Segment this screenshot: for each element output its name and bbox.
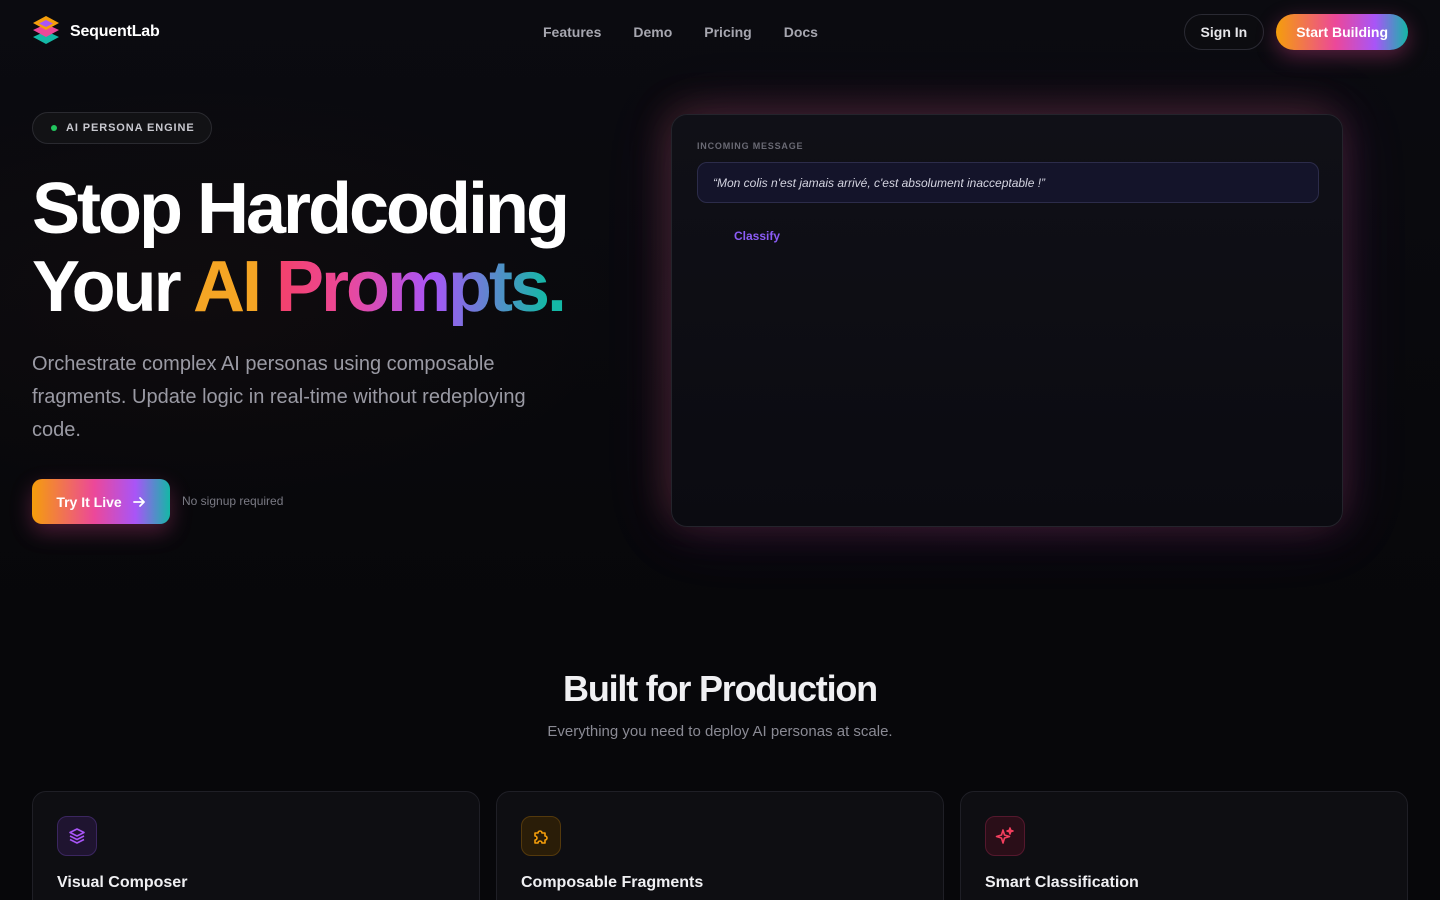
hero-title-prompts: Prompts [259, 247, 550, 327]
sign-in-button[interactable]: Sign In [1183, 14, 1265, 50]
features-subtitle: Everything you need to deploy AI persona… [547, 723, 893, 740]
nav-link-demo[interactable]: Demo [633, 24, 672, 40]
hero-badge: AI PERSONA ENGINE [32, 112, 212, 144]
sparkles-icon [985, 816, 1025, 856]
nav-link-pricing[interactable]: Pricing [704, 24, 751, 40]
feature-title: Visual Composer [57, 874, 188, 891]
feature-title: Composable Fragments [521, 874, 704, 891]
feature-title: Smart Classification [985, 874, 1139, 891]
hero-title-line1: Stop Hardcoding [32, 169, 570, 249]
hero-badge-label: AI PERSONA ENGINE [66, 122, 195, 134]
brand[interactable]: SequentLab [32, 15, 160, 50]
try-it-live-label: Try It Live [56, 493, 122, 510]
hero-title-ai: AI [193, 247, 262, 327]
nav-link-docs[interactable]: Docs [784, 24, 818, 40]
nav-actions: Sign In Start Building [1183, 14, 1408, 50]
nav-link-features[interactable]: Features [543, 24, 601, 40]
hero-title: Stop Hardcoding Your AI Prompts. [32, 170, 632, 326]
hero-title-period: . [547, 247, 567, 327]
top-nav: SequentLab Features Demo Pricing Docs Si… [0, 0, 1440, 64]
feature-card-visual-composer: Visual Composer [32, 791, 480, 900]
status-dot-icon [51, 125, 57, 131]
no-signup-note: No signup required [182, 494, 284, 508]
hero-description: Orchestrate complex AI personas using co… [32, 353, 526, 441]
hero-title-your: Your [32, 247, 193, 327]
features-title: Built for Production [563, 668, 878, 709]
feature-card-smart-classification: Smart Classification [960, 791, 1408, 900]
puzzle-icon [521, 816, 561, 856]
layers-icon [57, 816, 97, 856]
start-building-button[interactable]: Start Building [1276, 14, 1408, 50]
logo-icon [32, 15, 60, 50]
arrow-right-icon [132, 496, 145, 507]
brand-name: SequentLab [70, 23, 160, 40]
demo-card: INCOMING MESSAGE “Mon colis n'est jamais… [671, 114, 1343, 527]
nav-links: Features Demo Pricing Docs [543, 0, 818, 64]
classify-button[interactable]: Classify [734, 229, 780, 243]
feature-card-composable-fragments: Composable Fragments [496, 791, 944, 900]
incoming-message: “Mon colis n'est jamais arrivé, c'est ab… [697, 162, 1319, 203]
try-it-live-button[interactable]: Try It Live [32, 479, 170, 524]
incoming-message-label: INCOMING MESSAGE [697, 141, 804, 151]
